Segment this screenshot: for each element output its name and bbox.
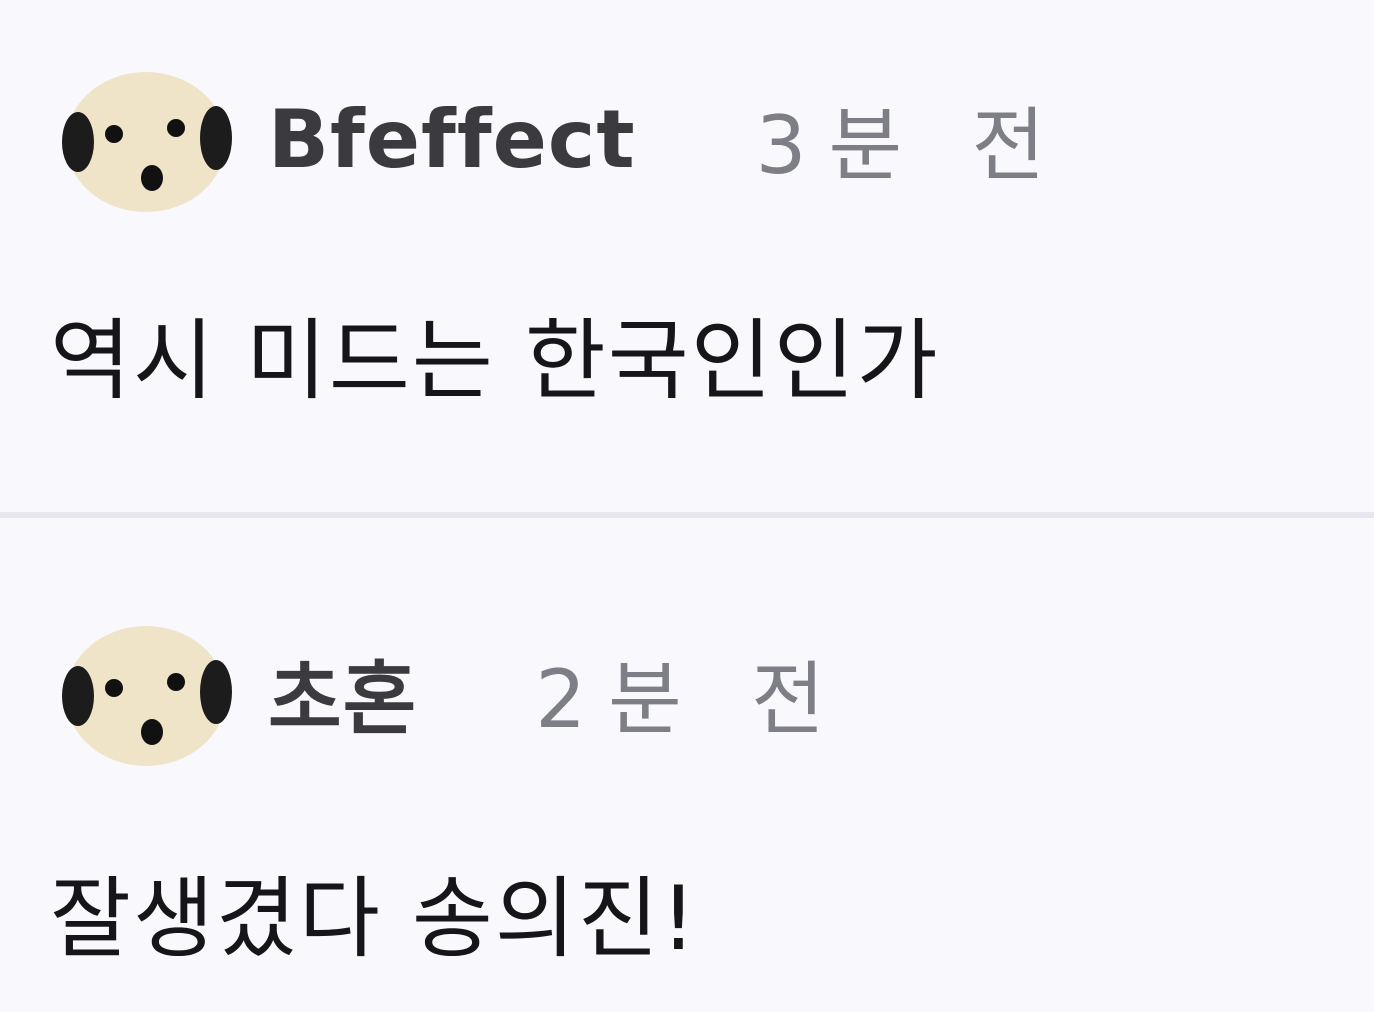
username[interactable]: Bfeffect (268, 93, 636, 186)
avatar[interactable] (58, 64, 234, 214)
comment-header: Bfeffect 3분 전 (58, 64, 1067, 214)
comment-timestamp: 3분 전 (755, 99, 1068, 192)
comment-item: 초혼 2분 전 잘생겼다 송의진! (0, 518, 1374, 1012)
puppy-face-icon (62, 72, 232, 212)
comment-text: 잘생겼다 송의진! (50, 867, 698, 970)
comment-item: Bfeffect 3분 전 역시 미드는 한국인인가 (0, 0, 1374, 512)
puppy-face-icon (62, 626, 232, 766)
avatar[interactable] (58, 618, 234, 768)
comment-timestamp: 2분 전 (535, 653, 847, 746)
username[interactable]: 초혼 (268, 635, 417, 751)
comment-text: 역시 미드는 한국인인가 (50, 309, 940, 412)
comment-list: Bfeffect 3분 전 역시 미드는 한국인인가 초혼 2분 전 잘생겼다 … (0, 0, 1374, 1012)
comment-header: 초혼 2분 전 (58, 618, 847, 768)
